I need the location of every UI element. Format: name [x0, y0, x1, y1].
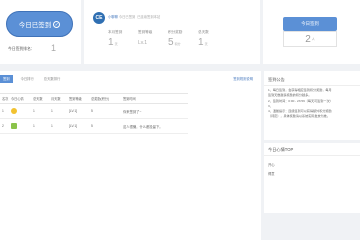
divider	[264, 85, 360, 86]
checkin-panel: 今日已签到 ✓ 今日签到排名： 1	[0, 0, 81, 64]
table-header-row: 名次 今日心情 总天数 月天数 签到等级 总奖励(积分) 签到时间	[0, 93, 188, 104]
cell-message: 你来签到了~	[121, 103, 188, 119]
mood-proud-icon	[11, 123, 17, 129]
col-header: 名次	[0, 93, 9, 104]
cell-total-days: 1	[31, 118, 49, 134]
cell-reward: 5	[89, 103, 121, 119]
rank-label: 今日签到排名：	[8, 47, 35, 51]
cell-reward: 5	[89, 118, 121, 134]
stat-label: 总天数	[198, 30, 209, 34]
divider	[264, 155, 360, 156]
tab-today-rank[interactable]: 今日排行	[19, 75, 36, 83]
mood-happy-icon	[11, 108, 17, 114]
cell-mood	[9, 103, 31, 119]
mood-top-title: 今日心情TOP	[268, 147, 294, 152]
notice-title: 签到公告	[268, 77, 285, 82]
cell-level: [LV.1]	[67, 103, 89, 119]
mood-top-item: 开心	[268, 163, 275, 167]
rank-value: 1	[51, 43, 57, 53]
user-name[interactable]: 小聊聊	[108, 15, 118, 19]
col-header: 今日心情	[9, 93, 31, 104]
col-header: 总奖励(积分)	[89, 93, 121, 104]
tab-checkin[interactable]: 签到	[0, 74, 13, 83]
today-count-box: 2人	[283, 31, 337, 47]
cell-rank: 1	[0, 103, 9, 119]
table-row: 1 1 1 [LV.1] 5 你来签到了~	[0, 103, 188, 119]
today-count-unit: 人	[311, 37, 315, 41]
check-circle-icon: ✓	[53, 20, 61, 28]
cell-total-days: 1	[31, 103, 49, 119]
today-count-panel: 今日签到 2人	[263, 0, 360, 64]
checkin-button-label: 今日已签到	[18, 22, 52, 29]
ranking-panel: 签到 今日排行 总天数排行 签到规则说明 名次 今日心情 总天数 月天数 签到等…	[0, 71, 261, 240]
stat-value: 5	[168, 37, 174, 48]
stat-points: 积分奖励 5积分	[168, 30, 198, 49]
col-header: 总天数	[31, 93, 49, 104]
stat-value: 1	[108, 37, 114, 48]
user-subtitle: 今日已签到	[118, 15, 136, 19]
col-header: 月天数	[49, 93, 67, 104]
cell-rank: 2	[0, 118, 9, 134]
stat-unit: 天	[204, 42, 208, 46]
today-count-value: 2	[305, 33, 311, 45]
col-header: 签到时间	[121, 93, 188, 104]
stat-unit: 积分	[174, 42, 181, 46]
mood-top-panel: 今日心情TOP 开心 得意	[264, 143, 360, 213]
cell-message: 这人很懒，什么都没留下。	[121, 118, 188, 134]
stat-month-days: 本月签到 1天	[108, 30, 138, 49]
notice-line: （待定），具体奖励请以系统实际发放为准。	[268, 114, 330, 119]
notice-body: 1、每日签到，会获得相应签到积分奖励，每月 签到天数越多奖励的积分越多。 2、签…	[268, 88, 360, 120]
avatar[interactable]: CE	[93, 12, 105, 24]
user-info: 小聊聊 今日已签到 已连续签到本站	[108, 14, 160, 19]
stat-total-days: 总天数 1天	[198, 30, 228, 49]
stat-label: 签到等级	[138, 30, 153, 34]
stat-label: 本月签到	[108, 30, 123, 34]
stats-row: 本月签到 1天 签到等级 Lv.1 积分奖励 5积分 总天数 1天	[108, 30, 228, 49]
ranking-table: 名次 今日心情 总天数 月天数 签到等级 总奖励(积分) 签到时间 1 1 1 …	[0, 93, 188, 134]
today-checkin-button[interactable]: 今日签到	[283, 17, 337, 31]
user-stats-panel: CE 小聊聊 今日已签到 已连续签到本站 本月签到 1天 签到等级 Lv.1 积…	[84, 0, 260, 64]
tab-total-rank[interactable]: 总天数排行	[42, 75, 62, 83]
notice-panel: 签到公告 1、每日签到，会获得相应签到积分奖励，每月 签到天数越多奖励的积分越多…	[264, 71, 360, 140]
table-row: 2 1 1 [LV.1] 5 这人很懒，什么都没留下。	[0, 118, 188, 134]
user-extra: 已连续签到本站	[137, 15, 161, 19]
stat-level: 签到等级 Lv.1	[138, 30, 168, 49]
cell-month-days: 1	[49, 103, 67, 119]
tab-bar: 签到 今日排行 总天数排行	[0, 74, 68, 83]
col-header: 签到等级	[67, 93, 89, 104]
stat-value: 1	[198, 37, 204, 48]
cell-month-days: 1	[49, 118, 67, 134]
cell-mood	[9, 118, 31, 134]
rules-link[interactable]: 签到规则说明	[233, 76, 253, 81]
checkin-button[interactable]: 今日已签到 ✓	[6, 11, 73, 37]
stat-value: Lv.1	[138, 40, 148, 46]
stat-unit: 天	[114, 42, 118, 46]
stat-label: 积分奖励	[168, 30, 183, 34]
cell-level: [LV.1]	[67, 118, 89, 134]
mood-top-item: 得意	[268, 172, 275, 176]
